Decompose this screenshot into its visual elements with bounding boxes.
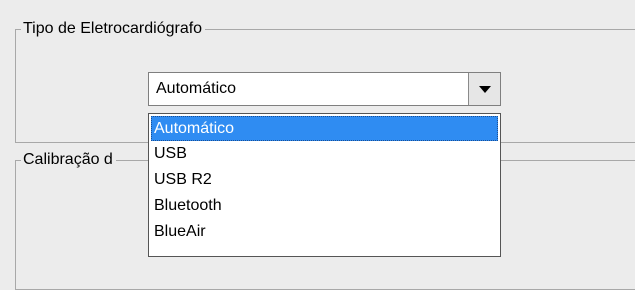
dropdown-option-usb-r2[interactable]: USB R2	[149, 167, 500, 193]
chevron-down-icon	[479, 86, 491, 93]
dropdown-option-automatico[interactable]: Automático	[151, 116, 498, 141]
dropdown-option-usb[interactable]: USB	[149, 141, 500, 167]
combo-selected-value: Automático	[156, 80, 237, 97]
dropdown-option-blueair[interactable]: BlueAir	[149, 219, 500, 245]
calibracao-title: Calibração d	[21, 150, 116, 170]
dropdown-option-bluetooth[interactable]: Bluetooth	[149, 193, 500, 219]
combo-dropdown-button[interactable]	[468, 73, 500, 105]
eletrocardiografo-type-dropdown: Automático USB USB R2 Bluetooth BlueAir	[148, 113, 501, 257]
eletrocardiografo-type-combo[interactable]: Automático	[148, 72, 501, 106]
tipo-eletrocardiografo-title: Tipo de Eletrocardiógrafo	[21, 19, 206, 39]
